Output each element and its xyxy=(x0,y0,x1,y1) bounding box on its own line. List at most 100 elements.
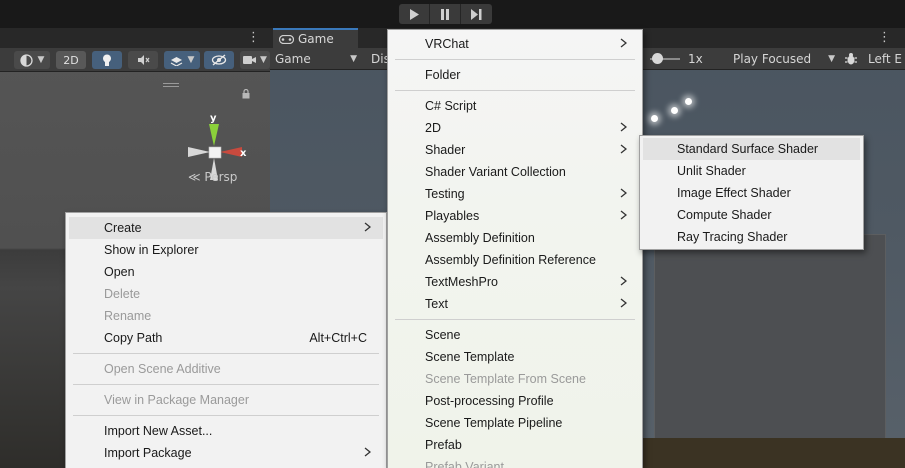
menu-item-open-scene-additive[interactable]: Open Scene Additive xyxy=(69,358,383,380)
menu-item-folder[interactable]: Folder xyxy=(391,64,639,86)
play-button[interactable] xyxy=(399,4,430,24)
hidden-eye-icon xyxy=(211,54,227,66)
gizmo-x-label: x xyxy=(240,148,247,159)
gizmo-y-label: y xyxy=(210,113,217,124)
menu-separator xyxy=(395,59,635,60)
persp-text: Persp xyxy=(204,170,238,184)
menu-item-playables[interactable]: Playables xyxy=(391,205,639,227)
menu-item-prefab[interactable]: Prefab xyxy=(391,434,639,456)
gizmo-center-cube[interactable] xyxy=(208,146,222,159)
chevron-right-icon xyxy=(620,276,627,286)
menu-item-show-in-explorer[interactable]: Show in Explorer xyxy=(69,239,383,261)
menu-item-compute-shader[interactable]: Compute Shader xyxy=(643,204,860,226)
step-button[interactable] xyxy=(461,4,492,24)
menu-item-copy-path[interactable]: Copy Path Alt+Ctrl+C xyxy=(69,327,383,349)
scene-toolbar: ▼ 2D ▼ ▼ xyxy=(0,48,270,72)
menu-item-post-processing-profile[interactable]: Post-processing Profile xyxy=(391,390,639,412)
main-toolbar xyxy=(0,0,905,28)
menu-item-open[interactable]: Open xyxy=(69,261,383,283)
menu-item-textmeshpro[interactable]: TextMeshPro xyxy=(391,271,639,293)
pause-icon xyxy=(441,8,449,20)
playback-controls xyxy=(399,4,492,24)
pause-button[interactable] xyxy=(430,4,461,24)
scene-tab-bar: ⋮ xyxy=(0,28,270,48)
chevron-left-icon: ≪ xyxy=(188,170,201,184)
audio-mute-icon xyxy=(137,55,149,65)
menu-item-vrchat[interactable]: VRChat xyxy=(391,33,639,55)
menu-item-scene-template-pipeline[interactable]: Scene Template Pipeline xyxy=(391,412,639,434)
light-orb xyxy=(685,98,692,105)
gizmo-drag-handle[interactable] xyxy=(163,83,179,87)
chevron-down-icon: ▼ xyxy=(187,55,195,65)
chevron-down-icon: ▼ xyxy=(828,54,835,64)
neg-x-axis-cone[interactable] xyxy=(188,147,210,157)
menu-item-view-in-package-manager[interactable]: View in Package Manager xyxy=(69,389,383,411)
chevron-down-icon: ▼ xyxy=(350,54,357,64)
display-type-label: Game xyxy=(275,52,311,66)
lightbulb-icon xyxy=(103,54,111,66)
chevron-right-icon xyxy=(620,298,627,308)
shader-submenu: Standard Surface Shader Unlit Shader Ima… xyxy=(639,135,864,250)
menu-separator xyxy=(73,384,379,385)
chevron-right-icon xyxy=(364,222,371,232)
y-axis-cone[interactable] xyxy=(209,124,219,146)
chevron-down-icon: ▼ xyxy=(260,55,267,65)
lighting-toggle-button[interactable] xyxy=(92,51,122,69)
lock-icon[interactable] xyxy=(242,89,250,99)
menu-item-unlit-shader[interactable]: Unlit Shader xyxy=(643,160,860,182)
menu-item-scene-template[interactable]: Scene Template xyxy=(391,346,639,368)
play-mode-label: Play Focused xyxy=(733,52,812,66)
projection-label[interactable]: ≪ Persp xyxy=(188,170,237,184)
step-icon xyxy=(471,8,482,20)
camera-icon xyxy=(243,56,257,64)
game-floor xyxy=(640,438,905,468)
effects-layers-icon xyxy=(170,57,182,66)
menu-item-csharp-script[interactable]: C# Script xyxy=(391,95,639,117)
game-cube-object xyxy=(654,234,886,468)
gamepad-icon xyxy=(279,34,294,44)
menu-item-text[interactable]: Text xyxy=(391,293,639,315)
audio-toggle-button[interactable] xyxy=(128,51,158,69)
menu-item-import-new-asset[interactable]: Import New Asset... xyxy=(69,420,383,442)
effects-dropdown[interactable]: ▼ xyxy=(164,51,200,69)
copy-path-shortcut: Alt+Ctrl+C xyxy=(309,331,367,345)
menu-item-testing[interactable]: Testing xyxy=(391,183,639,205)
menu-item-ray-tracing-shader[interactable]: Ray Tracing Shader xyxy=(643,226,860,248)
2d-toggle-button[interactable]: 2D xyxy=(56,51,86,69)
scene-visibility-button[interactable] xyxy=(204,51,234,69)
menu-item-prefab-variant[interactable]: Prefab Variant xyxy=(391,456,639,468)
chevron-down-icon: ▼ xyxy=(37,55,45,65)
play-mode-dropdown[interactable]: Play Focused ▼ xyxy=(733,51,837,67)
create-submenu: VRChat Folder C# Script 2D Shader Shader… xyxy=(387,29,643,468)
menu-item-scene-template-from-scene[interactable]: Scene Template From Scene xyxy=(391,368,639,390)
light-orb xyxy=(651,115,658,122)
menu-item-shader[interactable]: Shader xyxy=(391,139,639,161)
shading-sphere-icon xyxy=(19,53,33,67)
menu-item-import-package[interactable]: Import Package xyxy=(69,442,383,464)
chevron-right-icon xyxy=(620,122,627,132)
scene-more-icon[interactable]: ⋮ xyxy=(247,30,260,45)
scale-slider-thumb[interactable] xyxy=(652,53,663,64)
menu-separator xyxy=(73,415,379,416)
menu-item-delete[interactable]: Delete xyxy=(69,283,383,305)
menu-item-standard-surface-shader[interactable]: Standard Surface Shader xyxy=(643,138,860,160)
chevron-right-icon xyxy=(620,210,627,220)
chevron-right-icon xyxy=(620,188,627,198)
menu-item-create[interactable]: Create xyxy=(69,217,383,239)
menu-item-shader-variant-collection[interactable]: Shader Variant Collection xyxy=(391,161,639,183)
menu-item-2d[interactable]: 2D xyxy=(391,117,639,139)
tab-game[interactable]: Game xyxy=(273,28,358,48)
menu-item-assembly-definition-reference[interactable]: Assembly Definition Reference xyxy=(391,249,639,271)
menu-item-image-effect-shader[interactable]: Image Effect Shader xyxy=(643,182,860,204)
bug-icon xyxy=(845,53,857,65)
camera-dropdown[interactable]: ▼ xyxy=(240,51,270,69)
x-axis-cone[interactable] xyxy=(220,147,242,157)
display-type-dropdown[interactable]: Game ▼ xyxy=(275,51,359,67)
menu-item-rename[interactable]: Rename xyxy=(69,305,383,327)
menu-item-assembly-definition[interactable]: Assembly Definition xyxy=(391,227,639,249)
left-eye-label[interactable]: Left E xyxy=(868,51,902,67)
game-more-icon[interactable]: ⋮ xyxy=(878,30,891,45)
shading-mode-dropdown[interactable]: ▼ xyxy=(14,51,50,69)
debug-button[interactable] xyxy=(844,51,858,67)
menu-item-scene[interactable]: Scene xyxy=(391,324,639,346)
